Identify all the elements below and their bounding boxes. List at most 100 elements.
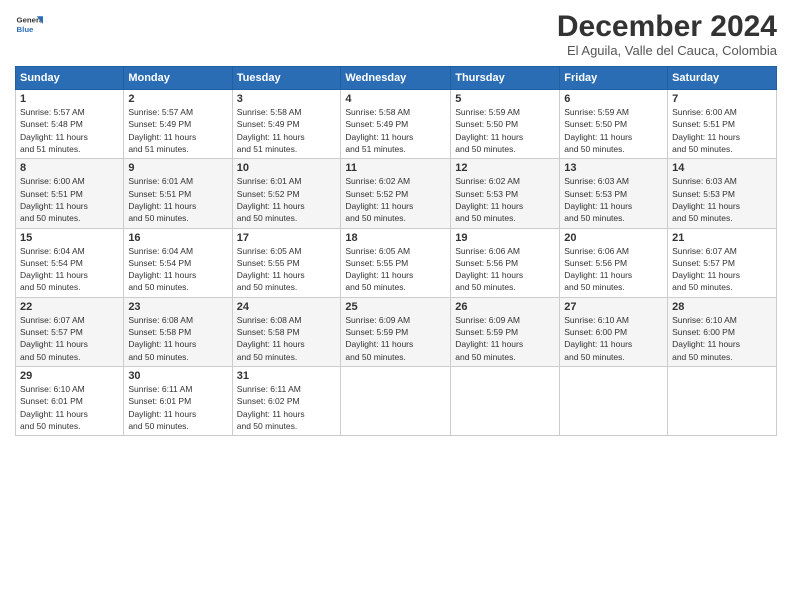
- calendar-cell: 6Sunrise: 5:59 AMSunset: 5:50 PMDaylight…: [560, 90, 668, 159]
- page-container: General Blue December 2024 El Aguila, Va…: [0, 0, 792, 446]
- day-number: 11: [345, 162, 446, 174]
- day-info: Sunrise: 5:57 AMSunset: 5:48 PMDaylight:…: [20, 106, 119, 155]
- day-number: 15: [20, 232, 119, 244]
- day-number: 3: [237, 93, 337, 105]
- calendar-cell: 2Sunrise: 5:57 AMSunset: 5:49 PMDaylight…: [124, 90, 232, 159]
- calendar-cell: 22Sunrise: 6:07 AMSunset: 5:57 PMDayligh…: [16, 297, 124, 366]
- calendar-cell: [341, 367, 451, 436]
- calendar-week-row: 15Sunrise: 6:04 AMSunset: 5:54 PMDayligh…: [16, 228, 777, 297]
- day-number: 24: [237, 301, 337, 313]
- day-number: 25: [345, 301, 446, 313]
- day-number: 29: [20, 370, 119, 382]
- calendar-week-row: 8Sunrise: 6:00 AMSunset: 5:51 PMDaylight…: [16, 159, 777, 228]
- day-of-week-header: Monday: [124, 67, 232, 90]
- day-number: 30: [128, 370, 227, 382]
- calendar-week-row: 1Sunrise: 5:57 AMSunset: 5:48 PMDaylight…: [16, 90, 777, 159]
- calendar-cell: 17Sunrise: 6:05 AMSunset: 5:55 PMDayligh…: [232, 228, 341, 297]
- day-info: Sunrise: 5:57 AMSunset: 5:49 PMDaylight:…: [128, 106, 227, 155]
- day-number: 27: [564, 301, 663, 313]
- day-info: Sunrise: 6:10 AMSunset: 6:01 PMDaylight:…: [20, 383, 119, 432]
- calendar-cell: 10Sunrise: 6:01 AMSunset: 5:52 PMDayligh…: [232, 159, 341, 228]
- day-info: Sunrise: 5:59 AMSunset: 5:50 PMDaylight:…: [455, 106, 555, 155]
- calendar-cell: 15Sunrise: 6:04 AMSunset: 5:54 PMDayligh…: [16, 228, 124, 297]
- calendar-cell: [451, 367, 560, 436]
- day-info: Sunrise: 6:11 AMSunset: 6:01 PMDaylight:…: [128, 383, 227, 432]
- calendar-cell: 5Sunrise: 5:59 AMSunset: 5:50 PMDaylight…: [451, 90, 560, 159]
- day-number: 12: [455, 162, 555, 174]
- day-info: Sunrise: 6:00 AMSunset: 5:51 PMDaylight:…: [20, 175, 119, 224]
- calendar-cell: 13Sunrise: 6:03 AMSunset: 5:53 PMDayligh…: [560, 159, 668, 228]
- day-number: 31: [237, 370, 337, 382]
- day-number: 10: [237, 162, 337, 174]
- day-info: Sunrise: 6:02 AMSunset: 5:53 PMDaylight:…: [455, 175, 555, 224]
- calendar-cell: 18Sunrise: 6:05 AMSunset: 5:55 PMDayligh…: [341, 228, 451, 297]
- day-info: Sunrise: 6:04 AMSunset: 5:54 PMDaylight:…: [128, 245, 227, 294]
- day-number: 1: [20, 93, 119, 105]
- calendar-week-row: 29Sunrise: 6:10 AMSunset: 6:01 PMDayligh…: [16, 367, 777, 436]
- calendar-cell: [560, 367, 668, 436]
- day-info: Sunrise: 6:01 AMSunset: 5:52 PMDaylight:…: [237, 175, 337, 224]
- day-info: Sunrise: 6:00 AMSunset: 5:51 PMDaylight:…: [672, 106, 772, 155]
- month-title: December 2024: [557, 10, 777, 43]
- day-number: 26: [455, 301, 555, 313]
- calendar-cell: 19Sunrise: 6:06 AMSunset: 5:56 PMDayligh…: [451, 228, 560, 297]
- day-number: 20: [564, 232, 663, 244]
- calendar-cell: 25Sunrise: 6:09 AMSunset: 5:59 PMDayligh…: [341, 297, 451, 366]
- day-number: 23: [128, 301, 227, 313]
- calendar-cell: 29Sunrise: 6:10 AMSunset: 6:01 PMDayligh…: [16, 367, 124, 436]
- day-info: Sunrise: 6:05 AMSunset: 5:55 PMDaylight:…: [237, 245, 337, 294]
- calendar-cell: 8Sunrise: 6:00 AMSunset: 5:51 PMDaylight…: [16, 159, 124, 228]
- day-number: 17: [237, 232, 337, 244]
- calendar-cell: 16Sunrise: 6:04 AMSunset: 5:54 PMDayligh…: [124, 228, 232, 297]
- day-of-week-header: Thursday: [451, 67, 560, 90]
- calendar-cell: 28Sunrise: 6:10 AMSunset: 6:00 PMDayligh…: [668, 297, 777, 366]
- day-number: 19: [455, 232, 555, 244]
- day-info: Sunrise: 6:07 AMSunset: 5:57 PMDaylight:…: [672, 245, 772, 294]
- calendar-cell: 14Sunrise: 6:03 AMSunset: 5:53 PMDayligh…: [668, 159, 777, 228]
- day-info: Sunrise: 6:04 AMSunset: 5:54 PMDaylight:…: [20, 245, 119, 294]
- day-of-week-header: Sunday: [16, 67, 124, 90]
- day-number: 8: [20, 162, 119, 174]
- day-number: 9: [128, 162, 227, 174]
- calendar-cell: 31Sunrise: 6:11 AMSunset: 6:02 PMDayligh…: [232, 367, 341, 436]
- title-section: December 2024 El Aguila, Valle del Cauca…: [557, 10, 777, 58]
- day-info: Sunrise: 6:08 AMSunset: 5:58 PMDaylight:…: [237, 314, 337, 363]
- calendar-week-row: 22Sunrise: 6:07 AMSunset: 5:57 PMDayligh…: [16, 297, 777, 366]
- calendar-cell: 30Sunrise: 6:11 AMSunset: 6:01 PMDayligh…: [124, 367, 232, 436]
- day-info: Sunrise: 5:58 AMSunset: 5:49 PMDaylight:…: [345, 106, 446, 155]
- calendar-cell: 23Sunrise: 6:08 AMSunset: 5:58 PMDayligh…: [124, 297, 232, 366]
- logo-icon: General Blue: [15, 10, 43, 38]
- day-info: Sunrise: 6:03 AMSunset: 5:53 PMDaylight:…: [564, 175, 663, 224]
- location: El Aguila, Valle del Cauca, Colombia: [557, 43, 777, 58]
- calendar-cell: 12Sunrise: 6:02 AMSunset: 5:53 PMDayligh…: [451, 159, 560, 228]
- svg-text:Blue: Blue: [17, 25, 35, 34]
- day-info: Sunrise: 6:09 AMSunset: 5:59 PMDaylight:…: [345, 314, 446, 363]
- day-number: 5: [455, 93, 555, 105]
- day-number: 28: [672, 301, 772, 313]
- day-of-week-header: Saturday: [668, 67, 777, 90]
- day-info: Sunrise: 6:10 AMSunset: 6:00 PMDaylight:…: [672, 314, 772, 363]
- calendar-cell: [668, 367, 777, 436]
- calendar-cell: 20Sunrise: 6:06 AMSunset: 5:56 PMDayligh…: [560, 228, 668, 297]
- day-info: Sunrise: 5:59 AMSunset: 5:50 PMDaylight:…: [564, 106, 663, 155]
- calendar-table: SundayMondayTuesdayWednesdayThursdayFrid…: [15, 66, 777, 436]
- calendar-cell: 21Sunrise: 6:07 AMSunset: 5:57 PMDayligh…: [668, 228, 777, 297]
- header: General Blue December 2024 El Aguila, Va…: [15, 10, 777, 58]
- day-info: Sunrise: 6:11 AMSunset: 6:02 PMDaylight:…: [237, 383, 337, 432]
- calendar-cell: 3Sunrise: 5:58 AMSunset: 5:49 PMDaylight…: [232, 90, 341, 159]
- day-number: 7: [672, 93, 772, 105]
- day-number: 16: [128, 232, 227, 244]
- day-number: 14: [672, 162, 772, 174]
- day-info: Sunrise: 6:09 AMSunset: 5:59 PMDaylight:…: [455, 314, 555, 363]
- day-info: Sunrise: 6:05 AMSunset: 5:55 PMDaylight:…: [345, 245, 446, 294]
- calendar-cell: 9Sunrise: 6:01 AMSunset: 5:51 PMDaylight…: [124, 159, 232, 228]
- day-info: Sunrise: 6:07 AMSunset: 5:57 PMDaylight:…: [20, 314, 119, 363]
- day-info: Sunrise: 5:58 AMSunset: 5:49 PMDaylight:…: [237, 106, 337, 155]
- day-info: Sunrise: 6:03 AMSunset: 5:53 PMDaylight:…: [672, 175, 772, 224]
- day-info: Sunrise: 6:06 AMSunset: 5:56 PMDaylight:…: [455, 245, 555, 294]
- logo: General Blue: [15, 10, 43, 38]
- day-info: Sunrise: 6:02 AMSunset: 5:52 PMDaylight:…: [345, 175, 446, 224]
- day-of-week-header: Tuesday: [232, 67, 341, 90]
- day-number: 6: [564, 93, 663, 105]
- day-info: Sunrise: 6:10 AMSunset: 6:00 PMDaylight:…: [564, 314, 663, 363]
